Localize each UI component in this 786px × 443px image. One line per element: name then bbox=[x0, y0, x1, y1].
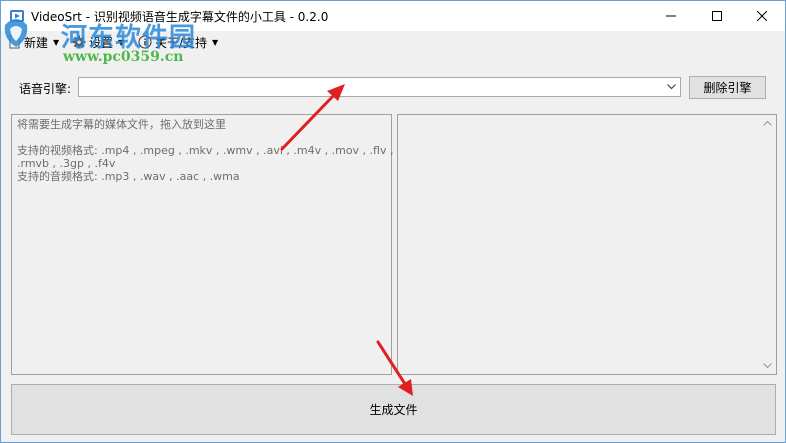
video-formats-line-1: 支持的视频格式: .mp4 , .mpeg , .mkv , .wmv , .a… bbox=[17, 144, 394, 157]
chevron-down-icon: ▼ bbox=[212, 37, 219, 47]
drop-hint: 将需要生成字幕的媒体文件，拖入放到这里 bbox=[17, 118, 226, 131]
vertical-scrollbar[interactable] bbox=[759, 115, 776, 374]
output-log-panel[interactable] bbox=[397, 114, 777, 375]
minimize-icon bbox=[666, 15, 676, 17]
maximize-icon bbox=[712, 11, 722, 21]
chevron-down-icon: ▼ bbox=[53, 37, 60, 47]
minimize-button[interactable] bbox=[648, 1, 694, 31]
audio-formats: 支持的音频格式: .mp3 , .wav , .aac , .wma bbox=[17, 170, 240, 183]
app-window: VideoSrt - 识别视频语音生成字幕文件的小工具 - 0.2.0 新建 ▼ bbox=[0, 0, 786, 443]
close-icon bbox=[757, 11, 767, 21]
media-drop-area[interactable]: 将需要生成字幕的媒体文件，拖入放到这里 支持的视频格式: .mp4 , .mpe… bbox=[11, 114, 394, 375]
delete-engine-button[interactable]: 删除引擎 bbox=[689, 76, 766, 99]
engine-select[interactable] bbox=[78, 77, 681, 97]
scroll-up-icon[interactable] bbox=[759, 115, 776, 132]
watermark-logo-icon bbox=[4, 19, 28, 47]
scroll-down-icon[interactable] bbox=[759, 357, 776, 374]
close-button[interactable] bbox=[739, 1, 785, 31]
drop-area-text: 将需要生成字幕的媒体文件，拖入放到这里 支持的视频格式: .mp4 , .mpe… bbox=[17, 118, 394, 183]
video-formats-line-2: .rmvb , .3gp , .f4v bbox=[17, 157, 116, 170]
watermark-url: www.pc0359.cn bbox=[63, 49, 184, 65]
engine-label: 语音引擎: bbox=[19, 82, 72, 96]
chevron-down-icon[interactable] bbox=[662, 78, 680, 96]
maximize-button[interactable] bbox=[694, 1, 740, 31]
generate-file-button[interactable]: 生成文件 bbox=[11, 384, 776, 435]
